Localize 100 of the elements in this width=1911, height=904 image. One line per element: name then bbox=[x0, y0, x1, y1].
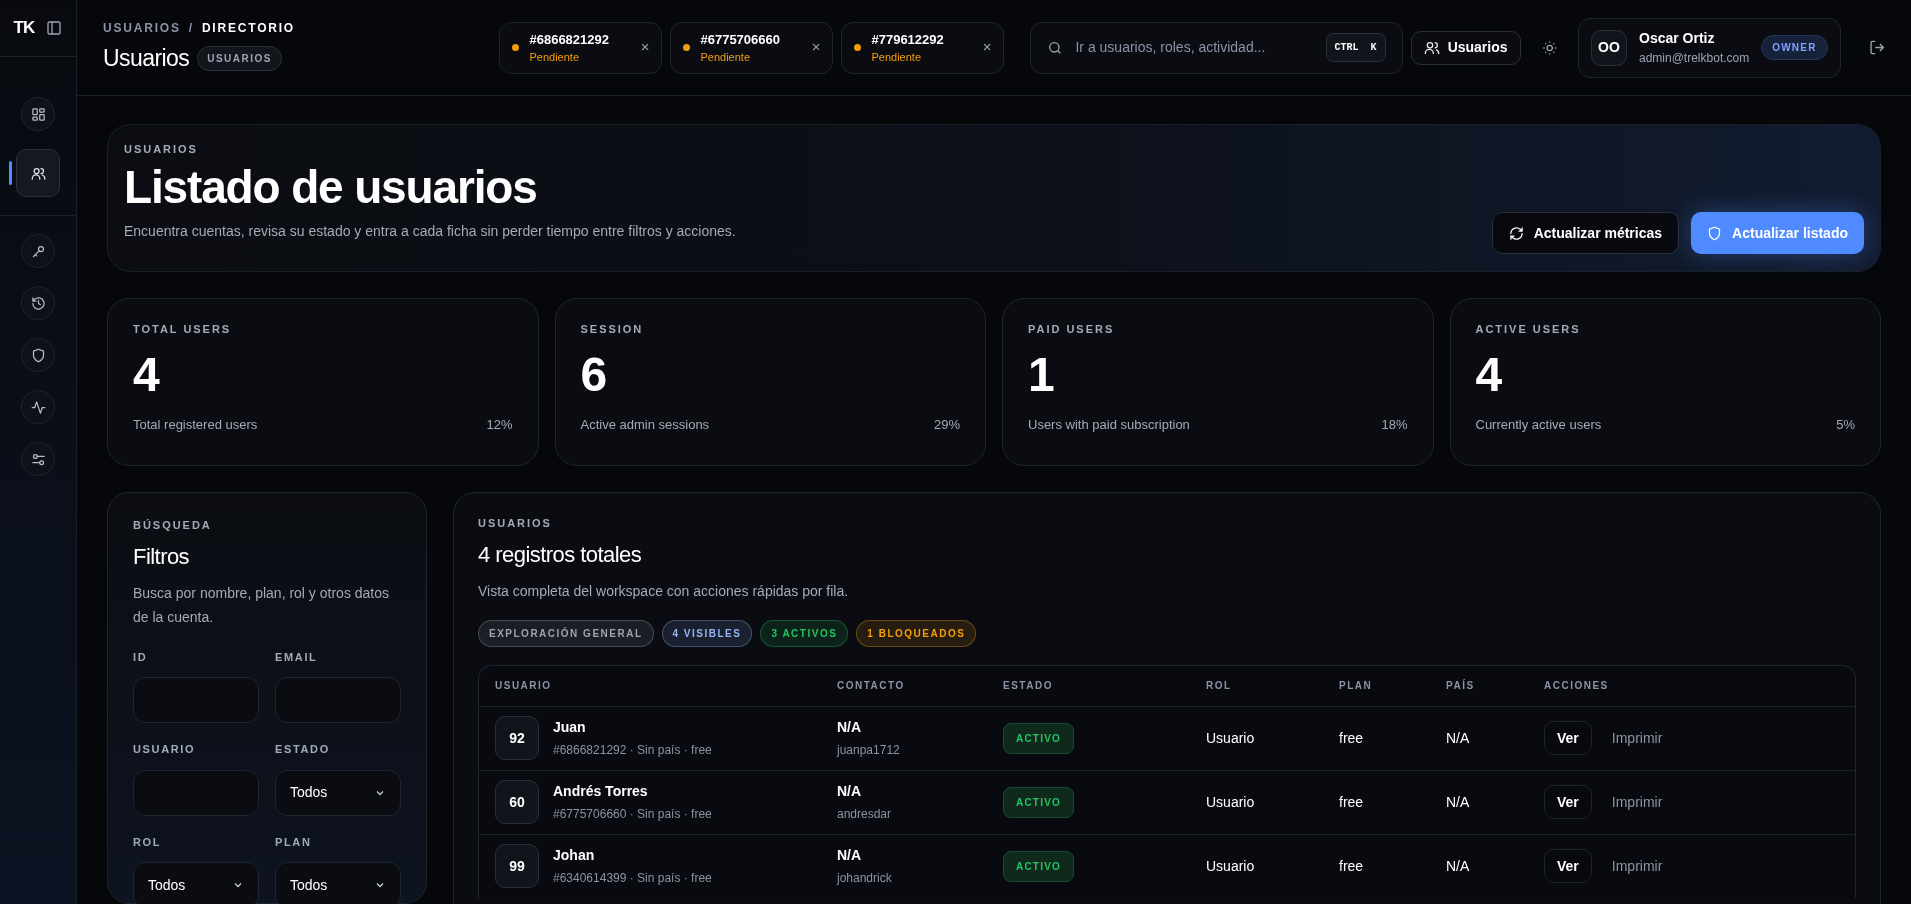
context-button[interactable]: Usuarios bbox=[1410, 30, 1521, 65]
users-icon bbox=[30, 165, 46, 181]
record-tab[interactable]: #6866821292 Pendiente × bbox=[499, 21, 663, 74]
status-badge: ACTIVO bbox=[1003, 786, 1074, 818]
username: johandrick bbox=[837, 870, 893, 887]
record-tab[interactable]: #6775706660 Pendiente × bbox=[670, 21, 834, 74]
user-meta: #6775706660 · Sin país · free bbox=[553, 806, 712, 823]
avatar: OO bbox=[1591, 29, 1627, 66]
shield-icon bbox=[30, 347, 46, 363]
record-tab[interactable]: #779612292 Pendiente × bbox=[841, 21, 1005, 74]
nav-item[interactable] bbox=[21, 338, 55, 372]
input-field[interactable] bbox=[133, 769, 259, 816]
logout-icon[interactable] bbox=[1868, 39, 1885, 56]
column-header: ROL bbox=[1206, 679, 1233, 693]
view-button[interactable]: Ver bbox=[1544, 721, 1592, 755]
print-link[interactable]: Imprimir bbox=[1611, 855, 1663, 877]
profile-card[interactable]: OO Oscar Ortiz admin@trelkbot.com OWNER bbox=[1578, 17, 1841, 78]
hero-title: Listado de usuarios bbox=[124, 159, 538, 215]
avatar: 99 bbox=[495, 844, 539, 888]
table-cell-text: Usuario bbox=[1206, 792, 1256, 812]
stat-value: 1 bbox=[1028, 346, 1056, 403]
user-name: Juan bbox=[553, 718, 587, 737]
role-badge: OWNER bbox=[1761, 35, 1828, 60]
contact-value: N/A bbox=[837, 718, 863, 737]
view-button[interactable]: Ver bbox=[1544, 849, 1592, 883]
theme-toggle-icon[interactable] bbox=[1541, 39, 1557, 56]
eyebrow-label: USUARIOS bbox=[478, 516, 553, 531]
print-link[interactable]: Imprimir bbox=[1611, 727, 1663, 749]
column-header: ACCIONES bbox=[1544, 679, 1610, 693]
nav-item[interactable] bbox=[16, 149, 60, 197]
field-label: PLAN bbox=[275, 834, 313, 850]
stat-label: TOTAL USERS bbox=[133, 322, 233, 337]
table-cell-text: Usuario bbox=[1206, 728, 1256, 748]
stat-percent: 5% bbox=[1836, 416, 1855, 435]
user-meta: #6866821292 · Sin país · free bbox=[553, 742, 712, 759]
stat-value: 6 bbox=[580, 346, 609, 403]
stat-label: PAID USERS bbox=[1028, 322, 1116, 337]
nav-item[interactable] bbox=[21, 286, 55, 320]
nav-item[interactable] bbox=[21, 97, 55, 131]
active-indicator bbox=[9, 161, 12, 185]
hero-subtitle: Encuentra cuentas, revisa su estado y entra a cada ficha sin perder tiempo entre filtros y acciones. bbox=[124, 221, 736, 241]
panel-description: Busca por nombre, plan, rol y otros datos de la cuenta. bbox=[133, 583, 391, 627]
print-link[interactable]: Imprimir bbox=[1611, 791, 1663, 813]
nav-item[interactable] bbox=[21, 390, 55, 424]
field-label: ID bbox=[133, 649, 149, 665]
nav-item[interactable] bbox=[21, 442, 55, 476]
filter-tag: 3 ACTIVOS bbox=[760, 619, 849, 647]
panel-title: Filtros bbox=[133, 542, 191, 571]
user-name: Johan bbox=[553, 846, 596, 865]
table-cell-text: N/A bbox=[1446, 728, 1471, 748]
page-title: Usuarios bbox=[103, 44, 190, 74]
refresh-icon bbox=[1508, 225, 1524, 241]
sidebar-toggle-icon[interactable] bbox=[46, 20, 63, 36]
column-header: CONTACTO bbox=[837, 679, 906, 693]
record-status: Pendiente bbox=[871, 50, 922, 65]
table-cell-text: N/A bbox=[1446, 856, 1471, 876]
field-label: ROL bbox=[133, 834, 163, 850]
filter-tag: 4 VISIBLES bbox=[661, 619, 753, 647]
contact-value: N/A bbox=[837, 782, 863, 801]
record-id: #6775706660 bbox=[700, 30, 781, 49]
username: juanpa1712 bbox=[837, 742, 901, 759]
select-field[interactable]: Todos bbox=[133, 862, 259, 904]
stat-value: 4 bbox=[1475, 346, 1504, 403]
close-button[interactable]: × bbox=[640, 36, 650, 59]
input-field[interactable] bbox=[133, 677, 259, 723]
select-field[interactable]: Todos bbox=[275, 769, 401, 816]
section-badge: USUARIOS bbox=[197, 46, 282, 71]
avatar: 92 bbox=[495, 716, 539, 760]
column-header: PAÍS bbox=[1446, 678, 1476, 693]
input-field[interactable] bbox=[275, 677, 401, 723]
secondary-button[interactable]: Actualizar métricas bbox=[1491, 212, 1680, 254]
record-id: #779612292 bbox=[871, 30, 945, 49]
table-cell-text: N/A bbox=[1446, 792, 1471, 812]
close-button[interactable]: × bbox=[811, 36, 821, 59]
panel-title: 4 registros totales bbox=[478, 540, 643, 569]
stat-percent: 12% bbox=[486, 416, 513, 435]
search-bar[interactable]: Ir a usuarios, roles, actividad... CTRL K bbox=[1030, 21, 1403, 74]
stat-label: SESSION bbox=[580, 322, 645, 337]
table-cell-text: Usuario bbox=[1206, 856, 1256, 876]
view-button[interactable]: Ver bbox=[1544, 785, 1592, 819]
breadcrumb-link[interactable]: USUARIOS bbox=[103, 19, 181, 38]
contact-value: N/A bbox=[837, 846, 863, 865]
column-header: ESTADO bbox=[1003, 679, 1054, 693]
eyebrow-label: BÚSQUEDA bbox=[133, 518, 213, 533]
close-button[interactable]: × bbox=[982, 36, 992, 59]
table-cell-text: free bbox=[1339, 728, 1365, 748]
history-icon bbox=[30, 295, 46, 311]
grid-icon bbox=[30, 106, 46, 122]
stat-percent: 29% bbox=[933, 416, 960, 435]
user-name: Oscar Ortiz bbox=[1639, 29, 1716, 48]
select-field[interactable]: Todos bbox=[275, 862, 401, 904]
table-cell-text: free bbox=[1339, 792, 1365, 812]
field-label: EMAIL bbox=[275, 649, 319, 665]
panel-description: Vista completa del workspace con acciones rápidas por fila. bbox=[478, 581, 850, 601]
logo: TK bbox=[13, 17, 35, 40]
stat-caption: Total registered users bbox=[133, 416, 258, 435]
nav-item[interactable] bbox=[21, 234, 55, 268]
search-input[interactable]: Ir a usuarios, roles, actividad... bbox=[1075, 37, 1314, 58]
stat-caption: Users with paid subscription bbox=[1028, 416, 1190, 435]
filter-tag: 1 BLOQUEADOS bbox=[856, 619, 977, 647]
